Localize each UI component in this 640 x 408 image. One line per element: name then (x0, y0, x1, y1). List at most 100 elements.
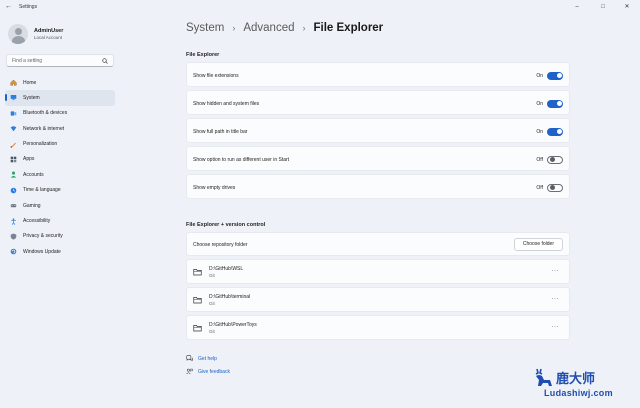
repo-row-powertoys[interactable]: D:\GitHub\PowerToys Git ··· (186, 315, 570, 340)
toggle-switch[interactable] (547, 127, 563, 136)
toggle-switch[interactable] (547, 183, 563, 192)
system-icon (10, 95, 17, 101)
toggle-state-label: On (536, 100, 543, 107)
toggle-knob (549, 157, 555, 162)
setting-label: Show file extensions (193, 72, 239, 79)
setting-label: Show option to run as different user in … (193, 156, 290, 163)
close-button[interactable]: ✕ (622, 2, 632, 12)
get-help-label[interactable]: Get help (198, 356, 217, 362)
sidebar-nav: Home System Bluetooth & devices Network … (5, 75, 115, 260)
sidebar-item-label: Home (23, 79, 37, 86)
more-options-icon[interactable]: ··· (552, 324, 560, 330)
sidebar-item-time-language[interactable]: Time & language (5, 183, 115, 198)
breadcrumb-item-advanced[interactable]: Advanced (243, 22, 294, 34)
sidebar-item-label: Personalization (23, 141, 58, 148)
sidebar-item-label: Apps (23, 156, 35, 163)
toggle-switch[interactable] (547, 155, 563, 164)
maximize-button[interactable]: □ (598, 2, 608, 12)
choose-repository-row: Choose repository folder Choose folder (186, 232, 570, 256)
setting-row-show-file-extensions[interactable]: Show file extensions On (186, 62, 570, 87)
search-input[interactable]: Find a setting (6, 54, 114, 67)
sidebar-item-windows-update[interactable]: Windows Update (5, 244, 115, 259)
toggle-state-label: On (536, 72, 543, 79)
sidebar-item-label: Windows Update (23, 248, 61, 255)
toggle-switch[interactable] (547, 99, 563, 108)
repo-row-terminal[interactable]: D:\GitHub\terminal Git ··· (186, 287, 570, 312)
get-help-link[interactable]: Get help (186, 355, 217, 362)
accounts-icon (10, 171, 17, 178)
give-feedback-link[interactable]: Give feedback (186, 368, 230, 375)
sidebar-item-privacy[interactable]: Privacy & security (5, 229, 115, 244)
choose-repository-label: Choose repository folder (193, 242, 248, 248)
toggle-knob (549, 185, 555, 190)
windows-update-icon (10, 248, 17, 255)
search-placeholder: Find a setting (12, 58, 43, 64)
sidebar-item-accessibility[interactable]: Accessibility (5, 214, 115, 229)
toggle-state-label: On (536, 128, 543, 135)
profile-account-type: Local Account (34, 35, 63, 40)
sidebar-item-gaming[interactable]: Gaming (5, 198, 115, 213)
help-icon (186, 355, 193, 362)
toggle-knob (556, 73, 562, 78)
section-title-file-explorer: File Explorer (186, 52, 220, 58)
breadcrumb-separator: › (232, 23, 236, 33)
sidebar-item-label: Network & internet (23, 125, 65, 132)
give-feedback-label[interactable]: Give feedback (198, 369, 230, 375)
setting-row-run-as-different-user[interactable]: Show option to run as different user in … (186, 146, 570, 171)
watermark-url: Ludashiwj.com (544, 388, 613, 398)
toggle-state-label: Off (536, 156, 543, 163)
home-icon (10, 79, 17, 86)
setting-row-show-full-path[interactable]: Show full path in title bar On (186, 118, 570, 143)
toggle-knob (556, 129, 562, 134)
sidebar-item-bluetooth[interactable]: Bluetooth & devices (5, 106, 115, 121)
folder-icon (193, 325, 202, 332)
more-options-icon[interactable]: ··· (552, 268, 560, 274)
bluetooth-icon (10, 111, 17, 116)
sidebar-item-label: Time & language (23, 187, 61, 194)
sidebar-item-network[interactable]: Network & internet (5, 121, 115, 136)
privacy-icon (10, 233, 17, 240)
repo-path: D:\GitHub\terminal (209, 294, 251, 300)
setting-row-show-empty-drives[interactable]: Show empty drives Off (186, 174, 570, 199)
repo-type: Git (209, 329, 215, 334)
sidebar-item-apps[interactable]: Apps (5, 152, 115, 167)
profile-name: AdminUser (34, 28, 64, 34)
setting-label: Show hidden and system files (193, 100, 260, 107)
sidebar-item-label: Privacy & security (23, 233, 63, 240)
sidebar-item-personalization[interactable]: Personalization (5, 137, 115, 152)
personalization-icon (10, 142, 16, 148)
breadcrumb-item-system[interactable]: System (186, 22, 224, 34)
setting-label: Show empty drives (193, 184, 236, 191)
choose-folder-button[interactable]: Choose folder (513, 238, 563, 251)
network-icon (10, 126, 17, 132)
setting-row-show-hidden-files[interactable]: Show hidden and system files On (186, 90, 570, 115)
breadcrumb: System › Advanced › File Explorer (186, 22, 383, 34)
minimize-button[interactable]: – (572, 2, 582, 12)
sidebar-item-label: Accessibility (23, 218, 51, 225)
repo-row-wsl[interactable]: D:\GitHub\WSL Git ··· (186, 259, 570, 284)
sidebar-item-label: System (23, 94, 40, 101)
watermark-title: 鹿大师 (556, 371, 596, 386)
sidebar-item-label: Accounts (23, 171, 44, 178)
sidebar-item-home[interactable]: Home (5, 75, 115, 90)
feedback-icon (186, 368, 193, 375)
sidebar-item-system[interactable]: System (5, 90, 115, 106)
avatar-head-shape (14, 28, 22, 35)
more-options-icon[interactable]: ··· (552, 296, 560, 302)
avatar[interactable] (8, 24, 28, 44)
search-icon (102, 58, 108, 64)
folder-icon (193, 297, 202, 304)
watermark-logo: 鹿大师 Ludashiwj.com (532, 366, 632, 404)
title-bar: ← Settings – □ ✕ (0, 0, 640, 14)
sidebar-item-label: Gaming (23, 202, 41, 209)
toggle-state-label: Off (536, 184, 543, 191)
accessibility-icon (11, 217, 16, 225)
setting-label: Show full path in title bar (193, 128, 248, 135)
sidebar-item-label: Bluetooth & devices (23, 110, 68, 117)
window-title: Settings (19, 4, 38, 10)
back-arrow-icon[interactable]: ← (5, 3, 13, 11)
toggle-switch[interactable] (547, 71, 563, 80)
page-title: File Explorer (313, 22, 384, 34)
sidebar-item-accounts[interactable]: Accounts (5, 167, 115, 182)
breadcrumb-separator: › (302, 23, 306, 33)
